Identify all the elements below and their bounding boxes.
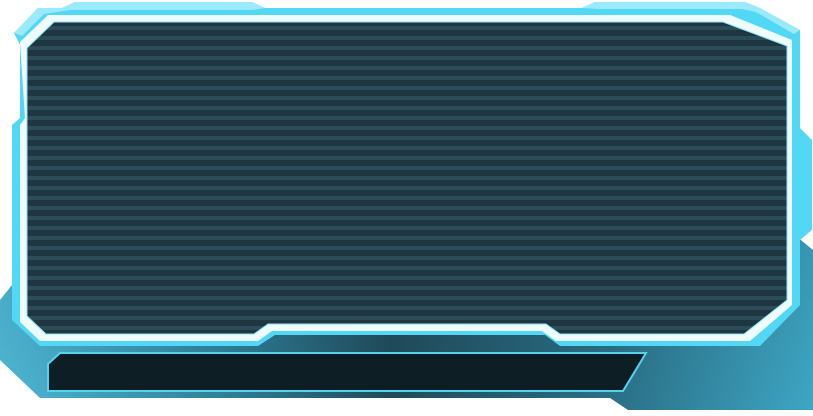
input-bar-text	[70, 362, 610, 384]
display-screen-text	[60, 40, 750, 300]
